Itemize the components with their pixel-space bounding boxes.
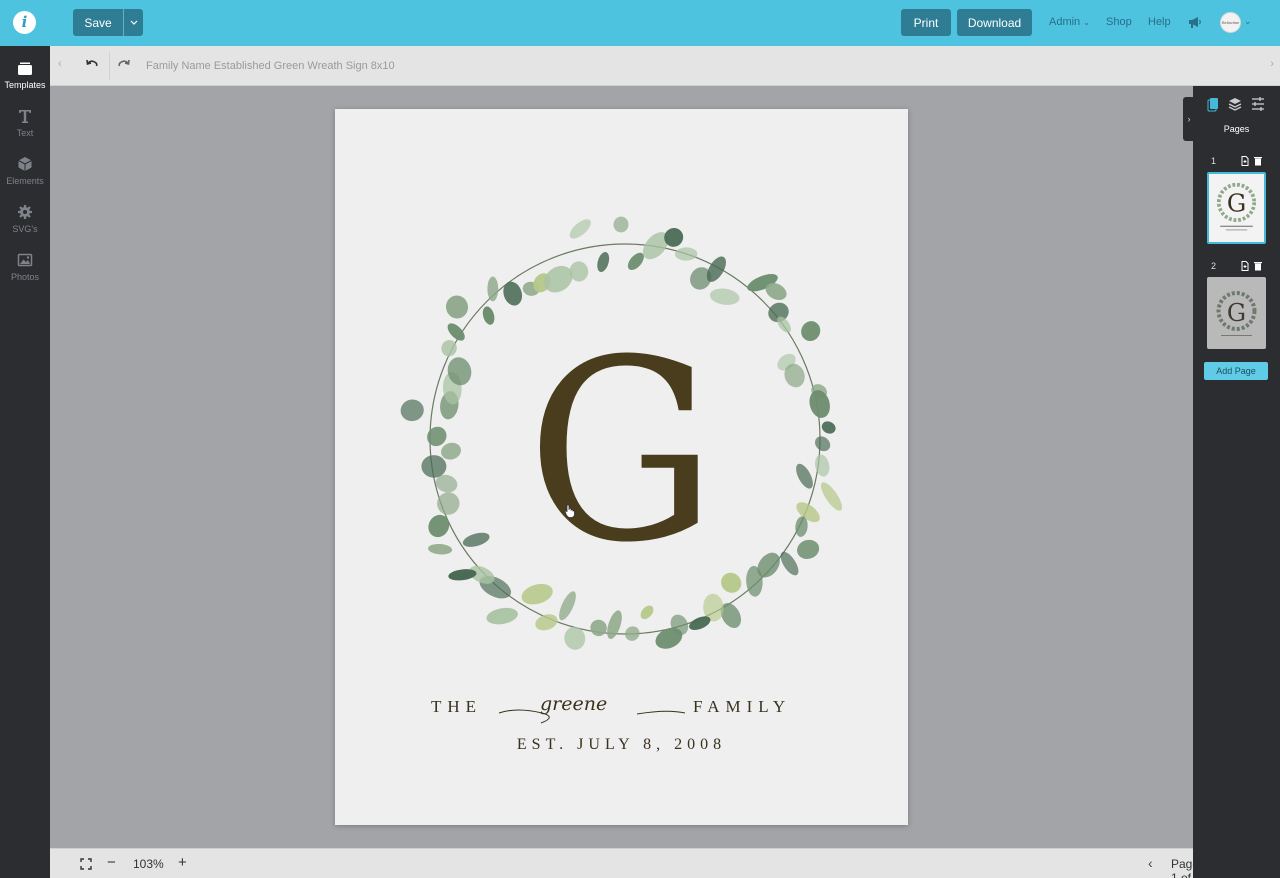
add-page-button[interactable]: Add Page — [1204, 362, 1268, 380]
redo-icon[interactable] — [116, 56, 132, 72]
wreath-leaf — [625, 626, 640, 641]
wreath-leaf — [503, 281, 523, 306]
sidebar-item-photos[interactable]: Photos — [0, 252, 50, 282]
pages-panel: Pages 1 G 2 G Add Page — [1193, 86, 1280, 878]
editor-toolbar: ‹ Family Name Established Green Wreath S… — [50, 46, 1280, 86]
sidebar-item-label: SVG's — [12, 224, 38, 234]
zoom-in-button[interactable]: + — [178, 854, 187, 871]
zoom-out-button[interactable]: − — [107, 854, 116, 871]
pointer-cursor-icon — [564, 504, 575, 518]
megaphone-icon[interactable] — [1187, 14, 1203, 30]
wreath-leaf — [486, 607, 518, 625]
thumbnail-preview: G — [1216, 291, 1257, 336]
top-bar: i Save Print Download Admin ⌄ Shop Help … — [0, 0, 1280, 46]
sidebar-item-label: Text — [16, 128, 34, 138]
toolbar-divider — [109, 52, 110, 80]
wreath-leaf — [569, 219, 591, 239]
previous-page-button[interactable]: ‹ — [1148, 855, 1153, 871]
wreath-leaf — [445, 295, 469, 319]
the-text: THE — [431, 697, 483, 716]
monogram-letter[interactable]: G — [349, 327, 893, 577]
family-text: FAMILY — [693, 697, 792, 716]
page-thumbnail-2[interactable]: G — [1207, 277, 1266, 349]
document-title[interactable]: Family Name Established Green Wreath Sig… — [146, 60, 395, 72]
download-button[interactable]: Download — [957, 9, 1032, 36]
page-number: 1 — [1211, 156, 1217, 166]
sidebar-item-text[interactable]: Text — [0, 108, 50, 138]
save-button[interactable]: Save — [73, 9, 123, 36]
thumbnail-preview: G — [1216, 182, 1257, 231]
avatar[interactable]: Bellavitae — [1220, 12, 1241, 33]
wreath-leaf — [640, 605, 654, 620]
admin-menu[interactable]: Admin ⌄ — [1049, 16, 1090, 28]
zoom-level[interactable]: 103% — [133, 857, 164, 871]
page-thumbnail-1[interactable]: G — [1207, 172, 1266, 244]
duplicate-page-icon[interactable] — [1241, 156, 1249, 166]
thumbnail-monogram: G — [1227, 299, 1246, 327]
thumbnail-monogram: G — [1227, 190, 1246, 218]
wreath-leaf — [675, 247, 698, 261]
chevron-down-icon: ⌄ — [1083, 18, 1090, 27]
photos-icon — [17, 253, 33, 267]
sidebar-item-label: Templates — [4, 80, 46, 90]
logo-glyph: i — [21, 13, 28, 31]
wreath-leaf — [613, 216, 629, 233]
admin-label: Admin — [1049, 16, 1081, 28]
chevron-right-icon: › — [1187, 114, 1191, 124]
wreath-leaf — [487, 276, 499, 302]
sidebar-item-label: Elements — [6, 176, 44, 186]
sidebar-item-elements[interactable]: Elements — [0, 156, 50, 186]
wreath-leaf — [535, 614, 558, 631]
fullscreen-icon[interactable] — [80, 858, 92, 870]
save-button-group: Save — [73, 9, 143, 36]
gear-icon — [18, 205, 32, 219]
panel-tabs — [1207, 97, 1264, 112]
templates-icon — [18, 62, 32, 75]
save-options-button[interactable] — [123, 9, 143, 36]
sidebar-item-svgs[interactable]: SVG's — [0, 204, 50, 234]
chevron-down-icon — [130, 20, 137, 25]
print-button[interactable]: Print — [901, 9, 951, 36]
page-actions — [1241, 156, 1262, 166]
page-actions — [1241, 261, 1262, 271]
avatar-text: Bellavitae — [1221, 20, 1240, 25]
delete-page-icon[interactable] — [1254, 157, 1262, 166]
bottom-bar: − 103% + ‹ Page 1 of 2 › — [50, 848, 1245, 878]
family-name-line[interactable]: THE greene FAMILY — [335, 693, 908, 737]
pages-tab-icon[interactable] — [1207, 98, 1218, 112]
sidebar-item-templates[interactable]: Templates — [0, 60, 50, 90]
family-name-script: greene — [540, 693, 608, 715]
shop-link[interactable]: Shop — [1106, 16, 1132, 28]
elements-icon — [18, 157, 32, 171]
wreath-leaf — [709, 288, 740, 305]
settings-sliders-tab-icon[interactable] — [1252, 97, 1264, 111]
app-logo[interactable]: i — [13, 11, 36, 34]
wreath-leaf — [482, 306, 495, 325]
sidebar-item-label: Photos — [10, 272, 40, 282]
duplicate-page-icon[interactable] — [1241, 261, 1249, 271]
design-page[interactable]: G THE greene FAMILY EST. JULY 8, 2008 — [335, 109, 908, 825]
panel-title: Pages — [1223, 124, 1250, 134]
page-number: 2 — [1211, 261, 1217, 271]
chevron-left-icon[interactable]: ‹ — [58, 58, 62, 70]
text-icon — [19, 110, 31, 123]
left-sidebar: Templates Text Elements SVG's Photos — [0, 46, 50, 878]
established-date[interactable]: EST. JULY 8, 2008 — [335, 736, 908, 754]
delete-page-icon[interactable] — [1254, 262, 1262, 271]
wreath-leaf — [590, 619, 607, 637]
help-link[interactable]: Help — [1148, 16, 1171, 28]
undo-icon[interactable] — [84, 56, 100, 72]
panel-footer — [1193, 848, 1280, 878]
chevron-right-icon[interactable]: › — [1270, 58, 1274, 70]
wreath-leaf — [597, 251, 610, 273]
wreath-leaf — [607, 610, 622, 639]
layers-tab-icon[interactable] — [1228, 98, 1242, 111]
chevron-down-icon[interactable]: ⌄ — [1244, 16, 1252, 27]
